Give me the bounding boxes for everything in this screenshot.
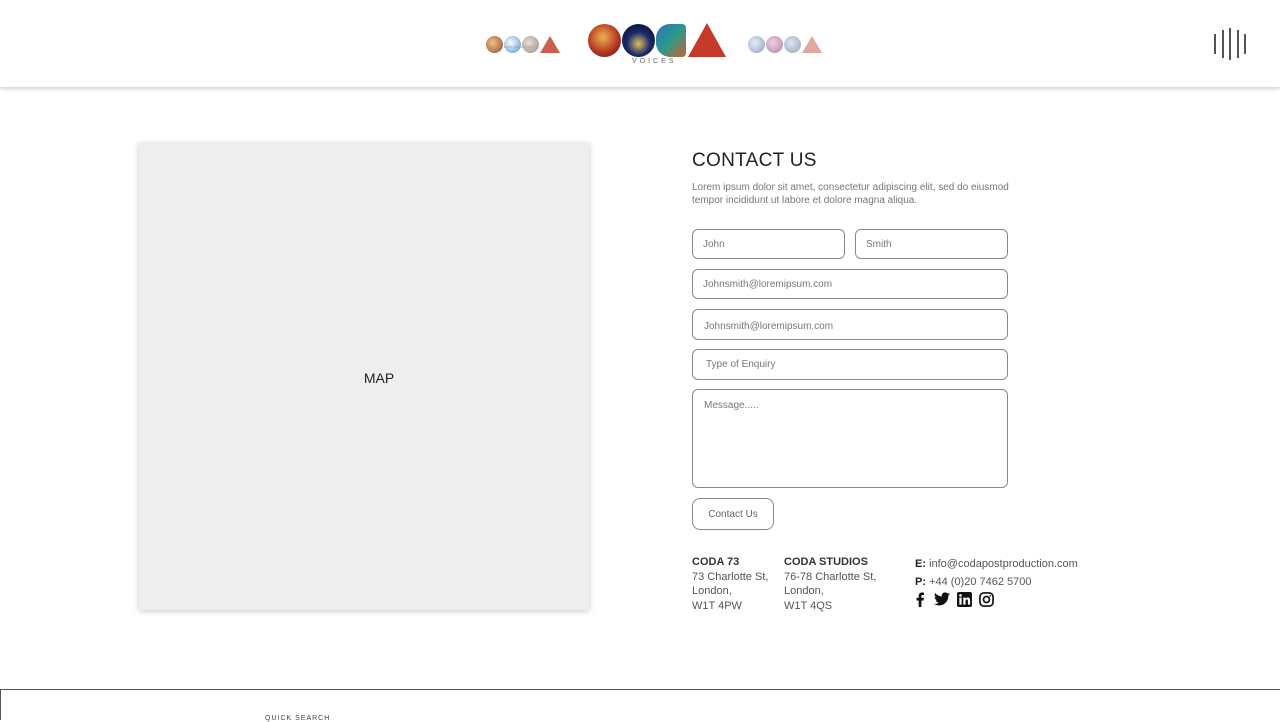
coda-studios-logo[interactable] xyxy=(748,24,822,64)
social-links xyxy=(912,591,994,607)
address-name: CODA 73 xyxy=(692,556,740,568)
address-name: CODA STUDIOS xyxy=(784,556,868,568)
contact-us-button[interactable]: Contact Us xyxy=(692,498,774,530)
address-line: 76-78 Charlotte St, xyxy=(784,570,877,583)
phone-line: P: +44 (0)20 7462 5700 xyxy=(915,573,1078,591)
last-name-field[interactable] xyxy=(855,229,1008,259)
coda-post-logo[interactable] xyxy=(486,24,560,64)
message-field[interactable] xyxy=(692,389,1008,488)
enquiry-type-field[interactable] xyxy=(692,349,1008,380)
email-link[interactable]: info@codapostproduction.com xyxy=(929,558,1078,570)
site-header: POST PRODUCTION VOICES xyxy=(0,0,1280,87)
address-line: 73 Charlotte St, xyxy=(692,570,769,583)
address-line: London, xyxy=(784,585,824,597)
address-line: W1T 4QS xyxy=(784,599,833,612)
coda-voices-logo[interactable] xyxy=(588,20,726,60)
email-field[interactable] xyxy=(692,269,1008,299)
facebook-icon[interactable] xyxy=(912,591,928,607)
instagram-icon[interactable] xyxy=(978,591,994,607)
address-coda-73: CODA 73 73 Charlotte St, London, W1T 4PW xyxy=(692,555,768,613)
logo-voices-caption: VOICES xyxy=(632,58,677,65)
quick-search-link[interactable]: QUICK SEARCH xyxy=(265,715,330,722)
confirm-email-field[interactable] xyxy=(692,309,1008,340)
map-label: MAP xyxy=(363,369,395,386)
first-name-field[interactable] xyxy=(692,229,845,259)
phone-label: P: xyxy=(915,576,926,588)
page-title: CONTACT US xyxy=(692,150,817,171)
email-line: E: info@codapostproduction.com xyxy=(915,555,1078,573)
contact-description: Lorem ipsum dolor sit amet, consectetur … xyxy=(692,182,1009,206)
address-line: W1T 4PW xyxy=(692,599,742,612)
menu-bars-icon[interactable] xyxy=(1214,28,1246,60)
phone-link[interactable]: +44 (0)20 7462 5700 xyxy=(929,576,1031,588)
twitter-icon[interactable] xyxy=(934,591,950,607)
address-coda-studios: CODA STUDIOS 76-78 Charlotte St, London,… xyxy=(784,555,876,613)
footer-left-border xyxy=(0,689,1,720)
map-panel[interactable]: MAP xyxy=(139,143,589,610)
footer-divider xyxy=(0,689,1280,690)
logo-small-caption: POST PRODUCTION xyxy=(504,45,534,49)
linkedin-icon[interactable] xyxy=(956,591,972,607)
contact-details: E: info@codapostproduction.com P: +44 (0… xyxy=(915,555,1078,591)
address-line: London, xyxy=(692,585,732,597)
email-label: E: xyxy=(915,558,926,570)
